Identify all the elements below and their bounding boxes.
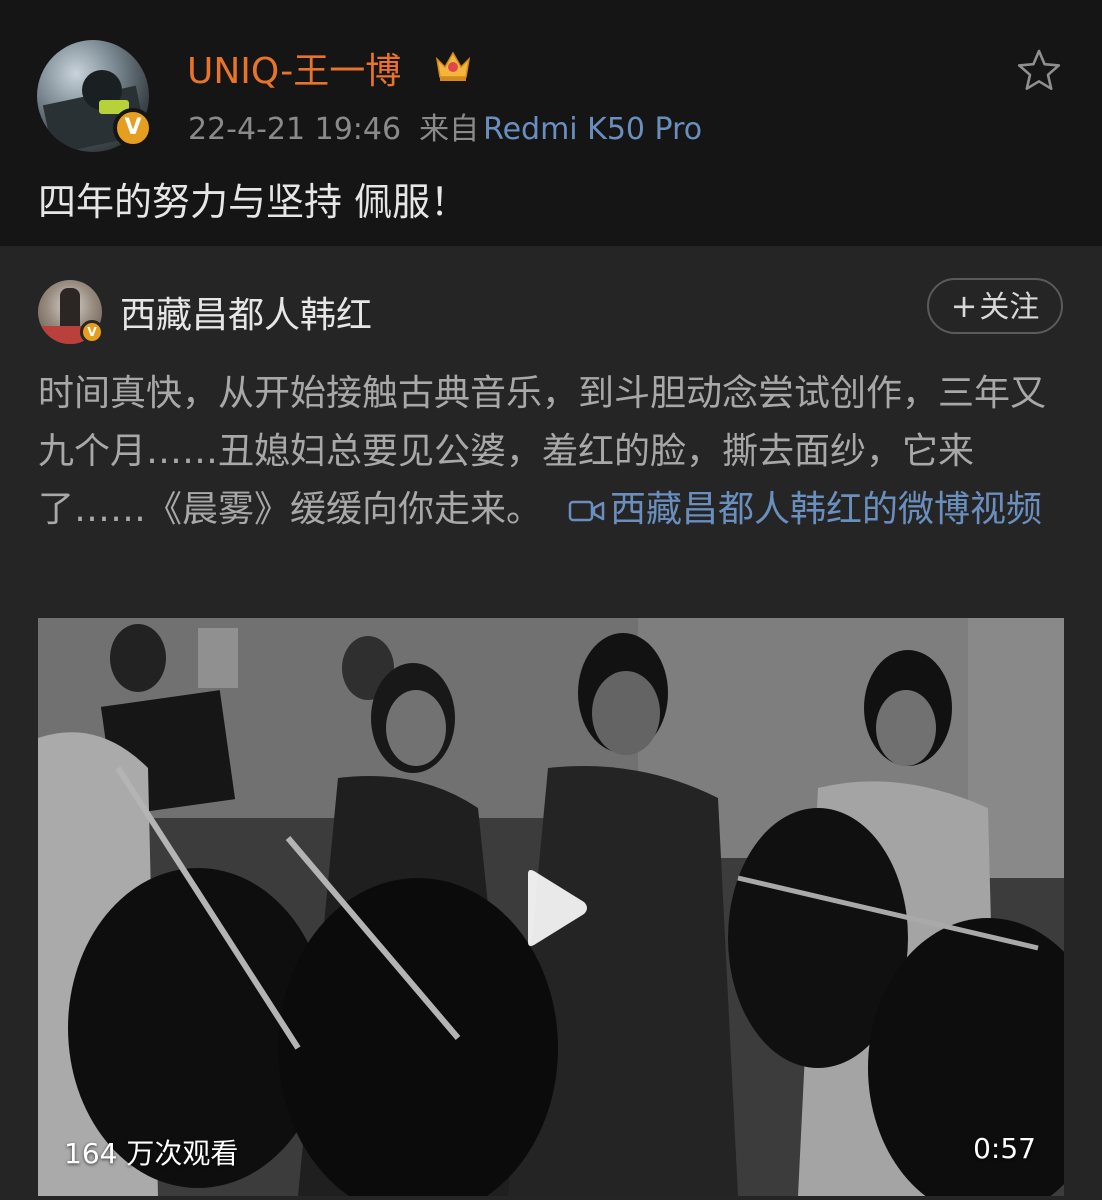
video-duration: 0:57 [973,1132,1036,1165]
repost-card[interactable]: V 西藏昌都人韩红 +关注 时间真快，从开始接触古典音乐，到斗胆动念尝试创作，三… [0,246,1102,1200]
verified-icon: V [80,320,104,344]
video-link[interactable]: 西藏昌都人韩红的微博视频 [610,489,1042,530]
repost-text: 时间真快，从开始接触古典音乐，到斗胆动念尝试创作，三年又九个月……丑媳妇总要见公… [38,365,1068,539]
post-card: V UNIQ-王一博 22-4-21 19:46 来自 Redmi K50 Pro … [0,0,1102,246]
post-meta: 22-4-21 19:46 来自 Redmi K50 Pro [188,104,702,148]
star-icon[interactable] [1016,48,1062,92]
crown-badge-icon[interactable] [433,47,473,83]
follow-button[interactable]: +关注 [927,278,1063,334]
video-camera-icon [568,500,605,522]
play-icon[interactable] [520,868,590,948]
repost-author-name[interactable]: 西藏昌都人韩红 [120,286,372,338]
follow-label: 关注 [979,290,1040,325]
source-label: 来自 [419,112,480,147]
username[interactable]: UNIQ-王一博 [187,42,401,94]
device-link[interactable]: Redmi K50 Pro [483,112,702,147]
view-count: 164 万次观看 [64,1137,239,1170]
video-player[interactable]: 164 万次观看 0:57 [38,618,1064,1196]
post-timestamp: 22-4-21 19:46 [188,112,402,147]
verified-icon: V [113,108,153,148]
plus-icon: + [950,287,978,325]
post-text: 四年的努力与坚持 佩服！ [38,180,469,224]
